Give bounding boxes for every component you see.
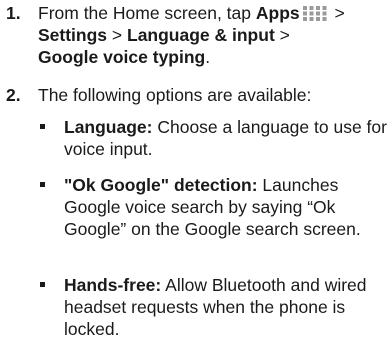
- settings-label: Settings: [38, 25, 108, 45]
- separator: >: [274, 25, 290, 45]
- bullet-icon: [40, 124, 45, 129]
- option-text: Hands-free: Allow Bluetooth and wired he…: [64, 274, 387, 340]
- option-term: "Ok Google" detection:: [64, 175, 258, 195]
- step-number: 1.: [6, 3, 21, 23]
- separator: >: [107, 25, 127, 45]
- step-1-intro: From the Home screen, tap: [38, 3, 256, 23]
- bullet-icon: [40, 182, 45, 187]
- language-input-label: Language & input: [127, 25, 275, 45]
- document-page: 1. From the Home screen, tap Apps > Sett…: [0, 0, 387, 340]
- option-text: Language: Choose a language to use for v…: [64, 116, 387, 160]
- apps-grid-icon: [302, 6, 327, 21]
- option-term: Language:: [64, 117, 153, 137]
- separator: >: [329, 3, 345, 23]
- step-text: The following options are available:: [38, 85, 312, 105]
- option-text: "Ok Google" detection: Launches Google v…: [64, 174, 387, 240]
- step-text: From the Home screen, tap Apps > Setting…: [38, 2, 383, 68]
- step-1-end: .: [205, 47, 211, 67]
- bullet-icon: [40, 282, 45, 287]
- google-voice-typing-label: Google voice typing: [38, 47, 206, 67]
- option-term: Hands-free:: [64, 275, 162, 295]
- step-number: 2.: [6, 85, 21, 105]
- apps-label: Apps: [255, 3, 300, 23]
